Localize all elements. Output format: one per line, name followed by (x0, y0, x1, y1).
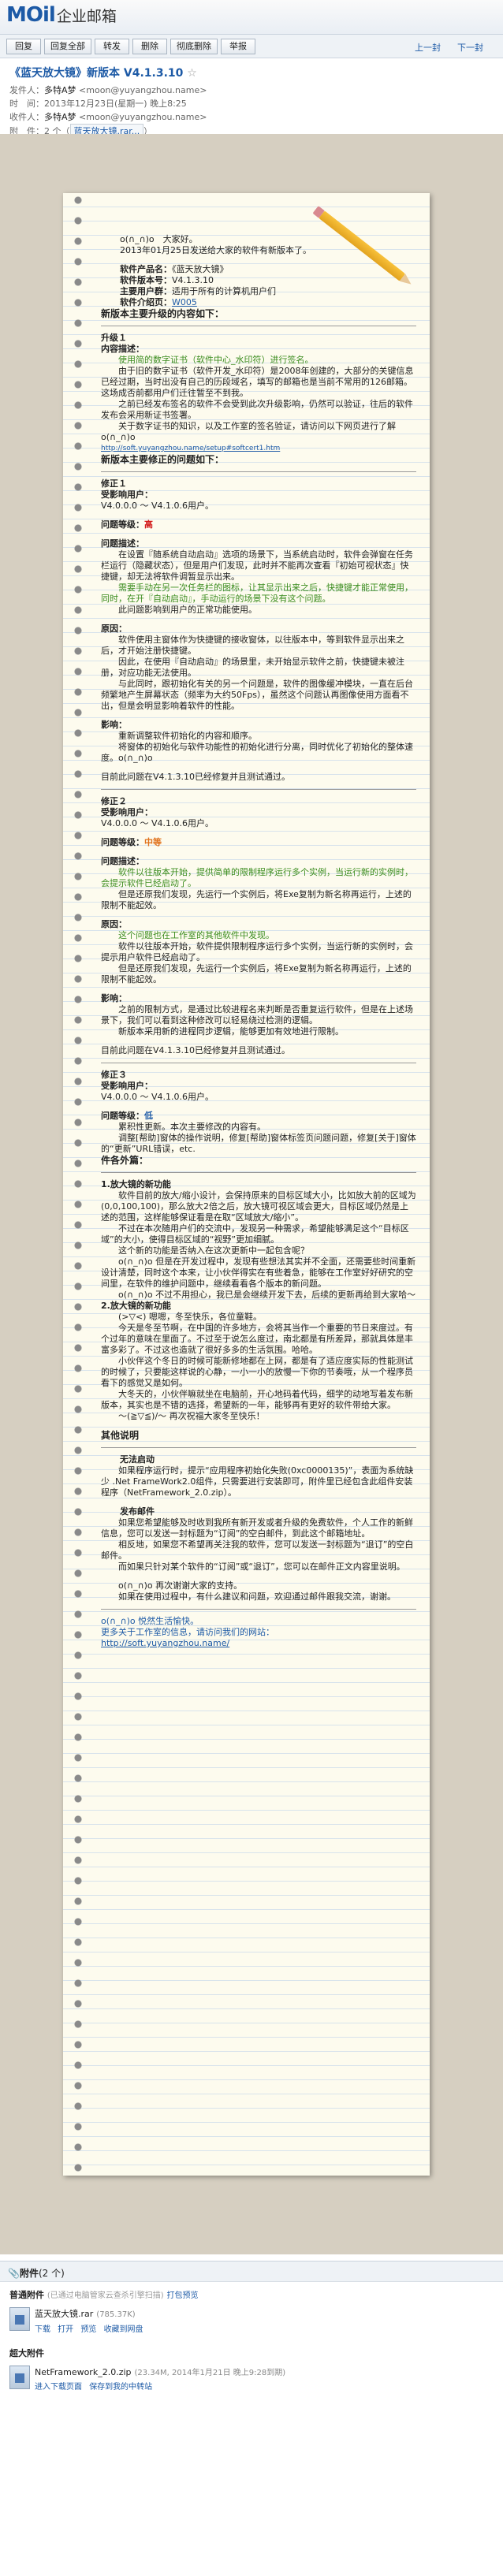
website-link[interactable]: http://soft.yuyangzhou.name/ (101, 1638, 416, 1649)
save-to-transfer-link[interactable]: 保存到我的中转站 (89, 2383, 152, 2392)
app-header: MOil 企业邮箱 (0, 0, 503, 35)
reply-all-button[interactable]: 回复全部 (44, 39, 91, 54)
normal-attachments: 普通附件 (已通过电脑管家云查杀引擎扫描) 打包预览 蓝天放大镜.rar (785… (0, 2282, 503, 2340)
reply-button[interactable]: 回复 (6, 39, 41, 54)
delete-forever-button[interactable]: 彻底删除 (170, 39, 218, 54)
spiral-binding (68, 193, 88, 2176)
download-page-link[interactable]: 进入下载页面 (35, 2383, 82, 2392)
letter-content: o(∩_∩)o 大家好。 2013年01月25日发送给大家的软件有新版本了。 软… (101, 234, 416, 1649)
to-row: 收件人：多特A梦 <moon@yuyangzhou.name> (9, 112, 207, 122)
sender-name[interactable]: 多特A梦 (44, 85, 76, 95)
zip-file-icon (9, 2366, 30, 2389)
preview-link[interactable]: 预览 (80, 2325, 96, 2334)
prev-mail-link[interactable]: 上一封 (415, 41, 441, 54)
mail-subject: 《蓝天放大镜》新版本 V4.1.3.10 ☆ (9, 67, 197, 80)
attachment-item: 蓝天放大镜.rar (785.37K) 下载 打开 预览 收藏到网盘 (9, 2307, 494, 2334)
pack-preview-link[interactable]: 打包预览 (166, 2291, 198, 2300)
intro-link[interactable]: W005 (172, 297, 197, 307)
paperclip-icon: 📎 (8, 2268, 20, 2279)
to-name[interactable]: 多特A梦 (44, 112, 76, 122)
download-link[interactable]: 下载 (35, 2325, 50, 2334)
open-link[interactable]: 打开 (58, 2325, 73, 2334)
letter-paper: o(∩_∩)o 大家好。 2013年01月25日发送给大家的软件有新版本了。 软… (63, 193, 430, 2176)
report-button[interactable]: 举报 (221, 39, 255, 54)
logo: MOil 企业邮箱 (6, 3, 117, 27)
next-mail-link[interactable]: 下一封 (457, 41, 483, 54)
big-attachments: 超大附件 NetFramework_2.0.zip (23.34M, 2014年1… (0, 2340, 503, 2398)
delete-button[interactable]: 删除 (132, 39, 167, 54)
cert-link[interactable]: http://soft.yuyangzhou.name/setup#softce… (101, 443, 416, 454)
attachment-item: NetFramework_2.0.zip (23.34M, 2014年1月21日 … (9, 2366, 494, 2392)
sender-row: 发件人：多特A梦 <moon@yuyangzhou.name> (9, 85, 207, 95)
mail-body-background: o(∩_∩)o 大家好。 2013年01月25日发送给大家的软件有新版本了。 软… (0, 134, 503, 2254)
forward-button[interactable]: 转发 (95, 39, 129, 54)
rar-file-icon (9, 2307, 30, 2331)
save-to-disk-link[interactable]: 收藏到网盘 (104, 2325, 143, 2334)
mail-meta: 《蓝天放大镜》新版本 V4.1.3.10 ☆ 发件人：多特A梦 <moon@yu… (0, 58, 503, 144)
attachments-header: 📎附件(2 个) (0, 2261, 503, 2282)
mail-toolbar: 回复 回复全部 转发 删除 彻底删除 举报 上一封 下一封 (0, 35, 503, 58)
attachments-panel: 📎附件(2 个) 普通附件 (已通过电脑管家云查杀引擎扫描) 打包预览 蓝天放大… (0, 2261, 503, 2576)
star-icon[interactable]: ☆ (187, 67, 197, 80)
time-row: 时 间：2013年12月23日(星期一) 晚上8:25 (9, 99, 187, 109)
